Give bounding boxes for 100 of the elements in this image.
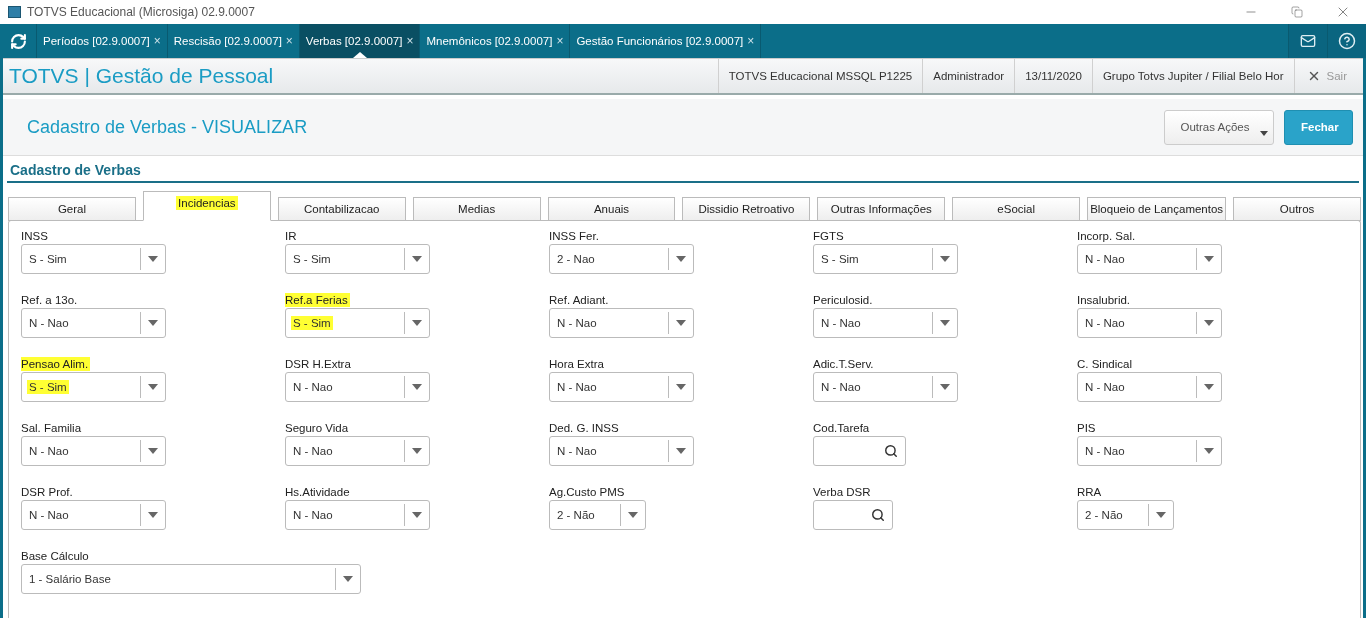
caret-icon	[1204, 320, 1214, 326]
field-label: PIS	[1077, 421, 1097, 435]
tab[interactable]: Dissidio Retroativo	[682, 197, 811, 221]
caret-icon	[676, 256, 686, 262]
field-label: Hs.Atividade	[285, 485, 351, 499]
field-label: Ref. Adiant.	[549, 293, 610, 307]
caret-icon	[628, 512, 638, 518]
search-icon	[871, 508, 885, 522]
field-label: INSS	[21, 229, 49, 243]
caret-icon	[412, 256, 422, 262]
caret-icon	[412, 384, 422, 390]
section-title: Cadastro de Verbas	[7, 160, 1359, 183]
field-label: Ag.Custo PMS	[549, 485, 626, 499]
field-label: FGTS	[813, 229, 845, 243]
search-field[interactable]	[813, 500, 893, 530]
restore-icon	[1291, 6, 1303, 18]
caret-icon	[940, 384, 950, 390]
caret-icon	[148, 448, 158, 454]
field-label: C. Sindical	[1077, 357, 1133, 371]
select-field[interactable]: N - Nao	[21, 500, 166, 530]
select-field[interactable]: N - Nao	[1077, 244, 1222, 274]
select-field[interactable]: N - Nao	[1077, 436, 1222, 466]
app-icon	[8, 6, 21, 18]
header-info: Administrador	[922, 59, 1015, 93]
caret-icon	[148, 256, 158, 262]
select-field[interactable]: N - Nao	[285, 436, 430, 466]
field-label: Incorp. Sal.	[1077, 229, 1137, 243]
caret-icon	[676, 384, 686, 390]
mail-button[interactable]	[1288, 24, 1327, 58]
search-field[interactable]	[813, 436, 906, 466]
tab[interactable]: Contabilizacao	[277, 197, 406, 221]
select-field[interactable]: S - Sim	[21, 244, 166, 274]
select-field[interactable]: S - Sim	[285, 244, 430, 274]
mail-icon	[1300, 33, 1316, 49]
close-icon[interactable]: ×	[406, 34, 414, 48]
app-tab[interactable]: Verbas [02.9.0007] ×	[299, 24, 421, 58]
field-label: Base Cálculo	[21, 549, 90, 563]
tab[interactable]: Incidencias	[142, 191, 271, 221]
help-button[interactable]	[1327, 24, 1366, 58]
app-brand: TOTVS | Gestão de Pessoal	[8, 64, 275, 88]
help-icon	[1338, 32, 1356, 50]
caret-icon	[412, 320, 422, 326]
select-field[interactable]: N - Nao	[21, 436, 166, 466]
field-label: Seguro Vida	[285, 421, 350, 435]
tab[interactable]: Bloqueio de Lançamentos	[1087, 197, 1227, 221]
field-label: Hora Extra	[549, 357, 605, 371]
field-label: RRA	[1077, 485, 1103, 499]
select-field[interactable]: N - Nao	[1077, 372, 1222, 402]
caret-icon	[1204, 448, 1214, 454]
field-label: Verba DSR	[813, 485, 872, 499]
close-icon[interactable]: ×	[556, 34, 564, 48]
caret-icon	[1156, 512, 1166, 518]
field-label: INSS Fer.	[549, 229, 600, 243]
caret-icon	[148, 384, 158, 390]
select-field[interactable]: 2 - Nao	[549, 244, 694, 274]
caret-icon	[148, 320, 158, 326]
caret-icon	[148, 512, 158, 518]
field-label: Ref. a 13o.	[21, 293, 79, 307]
close-icon[interactable]: ×	[153, 34, 161, 48]
window-title: TOTVS Educacional (Microsiga) 02.9.0007	[27, 5, 256, 19]
tab[interactable]: Geral	[8, 197, 136, 221]
select-field[interactable]: N - Nao	[813, 308, 958, 338]
select-field[interactable]: N - Nao	[549, 308, 694, 338]
select-field[interactable]: N - Nao	[813, 372, 958, 402]
select-field[interactable]: N - Nao	[549, 436, 694, 466]
caret-icon	[940, 320, 950, 326]
select-field[interactable]: 2 - Não	[549, 500, 646, 530]
select-field[interactable]: S - Sim	[813, 244, 958, 274]
select-field[interactable]: N - Nao	[21, 308, 166, 338]
select-field[interactable]: 1 - Salário Base	[21, 564, 361, 594]
caret-icon	[676, 448, 686, 454]
page-title: Cadastro de Verbas - VISUALIZAR	[27, 116, 309, 138]
select-field[interactable]: N - Nao	[1077, 308, 1222, 338]
tab[interactable]: Outros	[1233, 197, 1361, 221]
select-field[interactable]: S - Sim	[21, 372, 166, 402]
field-label: Pensao Alim.	[21, 357, 91, 371]
tab[interactable]: Medias	[412, 197, 541, 221]
field-label: Insalubrid.	[1077, 293, 1132, 307]
more-actions-button[interactable]: Outras Ações	[1164, 109, 1274, 145]
select-field[interactable]: N - Nao	[549, 372, 694, 402]
close-icon[interactable]: ×	[747, 34, 755, 48]
select-field[interactable]: N - Nao	[285, 500, 430, 530]
select-field[interactable]: 2 - Não	[1077, 500, 1174, 530]
caret-icon	[676, 320, 686, 326]
header-info: TOTVS Educacional MSSQL P1225	[717, 59, 923, 93]
select-field[interactable]: S - Sim	[285, 308, 430, 338]
caret-icon	[1204, 384, 1214, 390]
search-icon	[884, 444, 898, 458]
close-icon[interactable]: ×	[285, 34, 293, 48]
select-field[interactable]: N - Nao	[285, 372, 430, 402]
tab[interactable]: Outras Informações	[817, 197, 946, 221]
field-label: IR	[285, 229, 298, 243]
tab[interactable]: Anuais	[547, 197, 676, 221]
tab[interactable]: eSocial	[952, 197, 1081, 221]
field-label: Sal. Familia	[21, 421, 83, 435]
refresh-icon	[9, 32, 27, 50]
field-label: Adic.T.Serv.	[813, 357, 875, 371]
caret-icon	[1204, 256, 1214, 262]
field-label: Ref.a Ferias	[285, 293, 350, 307]
field-label: DSR H.Extra	[285, 357, 352, 371]
